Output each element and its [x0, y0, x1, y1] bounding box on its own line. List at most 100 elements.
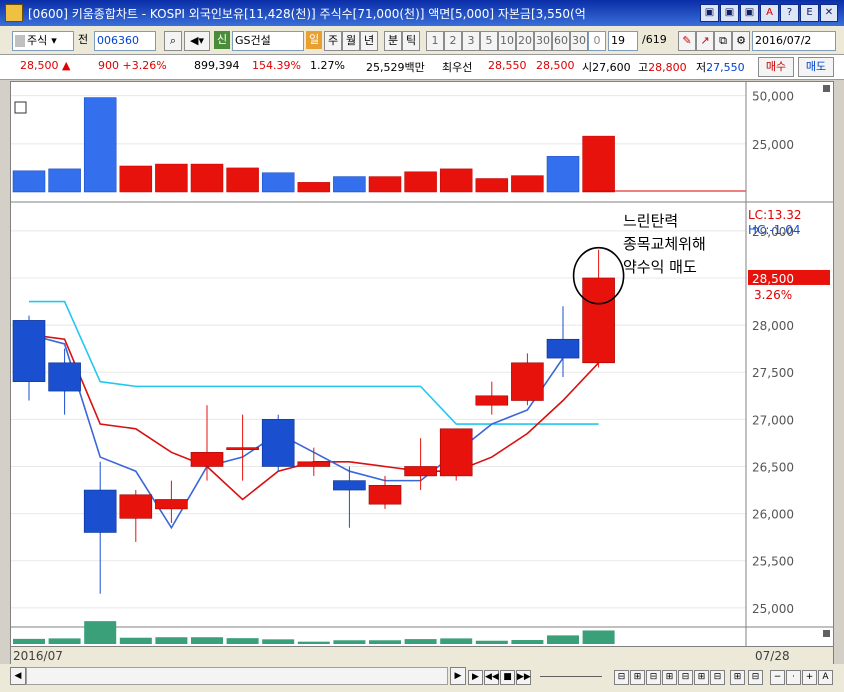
rewind-icon[interactable]: ◀◀ [484, 670, 499, 685]
indicator-collapse-icon [823, 630, 830, 637]
price-tick-label: 26,000 [752, 508, 794, 522]
pen-icon[interactable]: ✎ [678, 31, 696, 51]
stock-chart[interactable]: 50,00025,00029,00028,00027,50027,00026,5… [11, 82, 833, 647]
layout-icon-2[interactable]: ⊞ [630, 670, 645, 685]
link-icon[interactable]: ▣ [720, 4, 739, 22]
annotation-line-3: 약수익 매도 [623, 258, 697, 276]
candle-body [368, 485, 402, 505]
market-select[interactable]: 주식 ▾ [12, 31, 74, 51]
interval-input[interactable]: 0 [588, 31, 606, 51]
volume-bar [261, 172, 295, 193]
layout-icon-3[interactable]: ⊟ [646, 670, 661, 685]
zoom-out-icon[interactable]: − [770, 670, 785, 685]
price-tick-label: 27,000 [752, 413, 794, 427]
date-input[interactable]: 2016/07/2 [752, 31, 836, 51]
indicator-bar [84, 621, 117, 644]
volume-bar [226, 167, 259, 193]
volume: 899,394 [194, 59, 240, 72]
reset-icon[interactable]: · [786, 670, 801, 685]
stop-icon[interactable]: ■ [500, 670, 515, 685]
period-minute-button[interactable]: 분 [384, 31, 402, 51]
volume-bar [333, 176, 366, 193]
close-button[interactable]: ✕ [820, 4, 838, 22]
candle-body [226, 447, 259, 450]
period-week-button[interactable]: 주 [324, 31, 342, 51]
scroll-right-button[interactable]: ▶ [450, 667, 466, 685]
current-price: 28,500 ▲ [20, 59, 71, 72]
trend-icon[interactable]: ↗ [696, 31, 714, 51]
interval-custom-button[interactable]: 30 [570, 31, 588, 51]
indicator-bar [13, 638, 45, 644]
layout-icon-8[interactable]: ⊞ [730, 670, 745, 685]
font-size-icon[interactable]: A [818, 670, 833, 685]
indicator-bar [547, 635, 579, 644]
candle-body [261, 419, 295, 467]
volume-ratio: 154.39% [252, 59, 301, 72]
annotation-line-1: 느린탄력 [623, 212, 678, 230]
speed-slider[interactable] [540, 676, 602, 677]
layout-icon-5[interactable]: ⊟ [678, 670, 693, 685]
interval-1-button[interactable]: 1 [426, 31, 444, 51]
interval-3-button[interactable]: 3 [462, 31, 480, 51]
best-quote-label: 최우선 [442, 61, 473, 74]
candle-body [12, 320, 46, 382]
period-tick-button[interactable]: 틱 [402, 31, 420, 51]
volume-bar [404, 171, 437, 193]
interval-60-button[interactable]: 60 [552, 31, 570, 51]
settings-icon[interactable]: ⚙ [732, 31, 750, 51]
interval-5-button[interactable]: 5 [480, 31, 498, 51]
indicator-bar [119, 637, 152, 644]
interval-30-button[interactable]: 30 [534, 31, 552, 51]
volume-bar [582, 135, 615, 193]
horizontal-scrollbar[interactable] [26, 667, 448, 685]
indicator-bar [440, 638, 473, 644]
volume-tick-label: 50,000 [752, 90, 794, 104]
indicator-bar [475, 640, 508, 644]
period-month-button[interactable]: 월 [342, 31, 360, 51]
zoom-in-icon[interactable]: + [802, 670, 817, 685]
search-icon[interactable]: ⌕ [164, 31, 182, 51]
candle-body [333, 480, 366, 491]
tile-icon[interactable]: ▣ [700, 4, 719, 22]
help-icon[interactable]: ? [780, 4, 799, 22]
volume-tick-label: 25,000 [752, 138, 794, 152]
play-icon[interactable]: ▶ [468, 670, 483, 685]
candle-body [190, 452, 224, 467]
candle-body [511, 362, 544, 401]
count-input[interactable]: 19 [608, 31, 638, 51]
copy-icon[interactable]: ⧉ [714, 31, 732, 51]
candle-body [297, 461, 331, 467]
layout-icon-1[interactable]: ⊟ [614, 670, 629, 685]
low-price: 저27,550 [696, 61, 745, 74]
interval-10-button[interactable]: 10 [498, 31, 516, 51]
chart-panel[interactable]: 50,000 25,000 29,000 28,000 27,500 27,000 26,5… [10, 81, 834, 648]
indicator-bar [369, 640, 401, 644]
indicator-bar [226, 638, 259, 644]
indicator-bar [48, 638, 81, 644]
font-icon[interactable]: A [760, 4, 779, 22]
volume-bar [190, 163, 224, 193]
layout-icon-9[interactable]: ⊟ [748, 670, 763, 685]
interval-2-button[interactable]: 2 [444, 31, 462, 51]
minimize-button[interactable]: E [800, 4, 819, 22]
price-change: 900 +3.26% [98, 59, 167, 72]
buy-button[interactable]: 매수 [758, 57, 794, 77]
indicator-bar [333, 640, 366, 644]
fast-forward-icon[interactable]: ▶▶ [516, 670, 531, 685]
layout-icon-4[interactable]: ⊞ [662, 670, 677, 685]
indicator-bar [511, 640, 544, 644]
high-price: 고28,800 [638, 61, 687, 74]
lock-icon[interactable]: ▣ [740, 4, 759, 22]
period-year-button[interactable]: 년 [360, 31, 378, 51]
stock-code-input[interactable]: 006360 [94, 31, 156, 51]
sell-button[interactable]: 매도 [798, 57, 834, 77]
sound-icon[interactable]: ◀▾ [184, 31, 210, 51]
layout-icon-7[interactable]: ⊟ [710, 670, 725, 685]
layout-icon-6[interactable]: ⊞ [694, 670, 709, 685]
indicator-bar [191, 637, 223, 644]
scroll-left-button[interactable]: ◀ [10, 667, 26, 685]
period-day-button[interactable]: 일 [306, 31, 322, 49]
interval-20-button[interactable]: 20 [516, 31, 534, 51]
stock-name-field[interactable]: GS건설 [232, 31, 304, 51]
price-tick-label: 26,500 [752, 460, 794, 474]
